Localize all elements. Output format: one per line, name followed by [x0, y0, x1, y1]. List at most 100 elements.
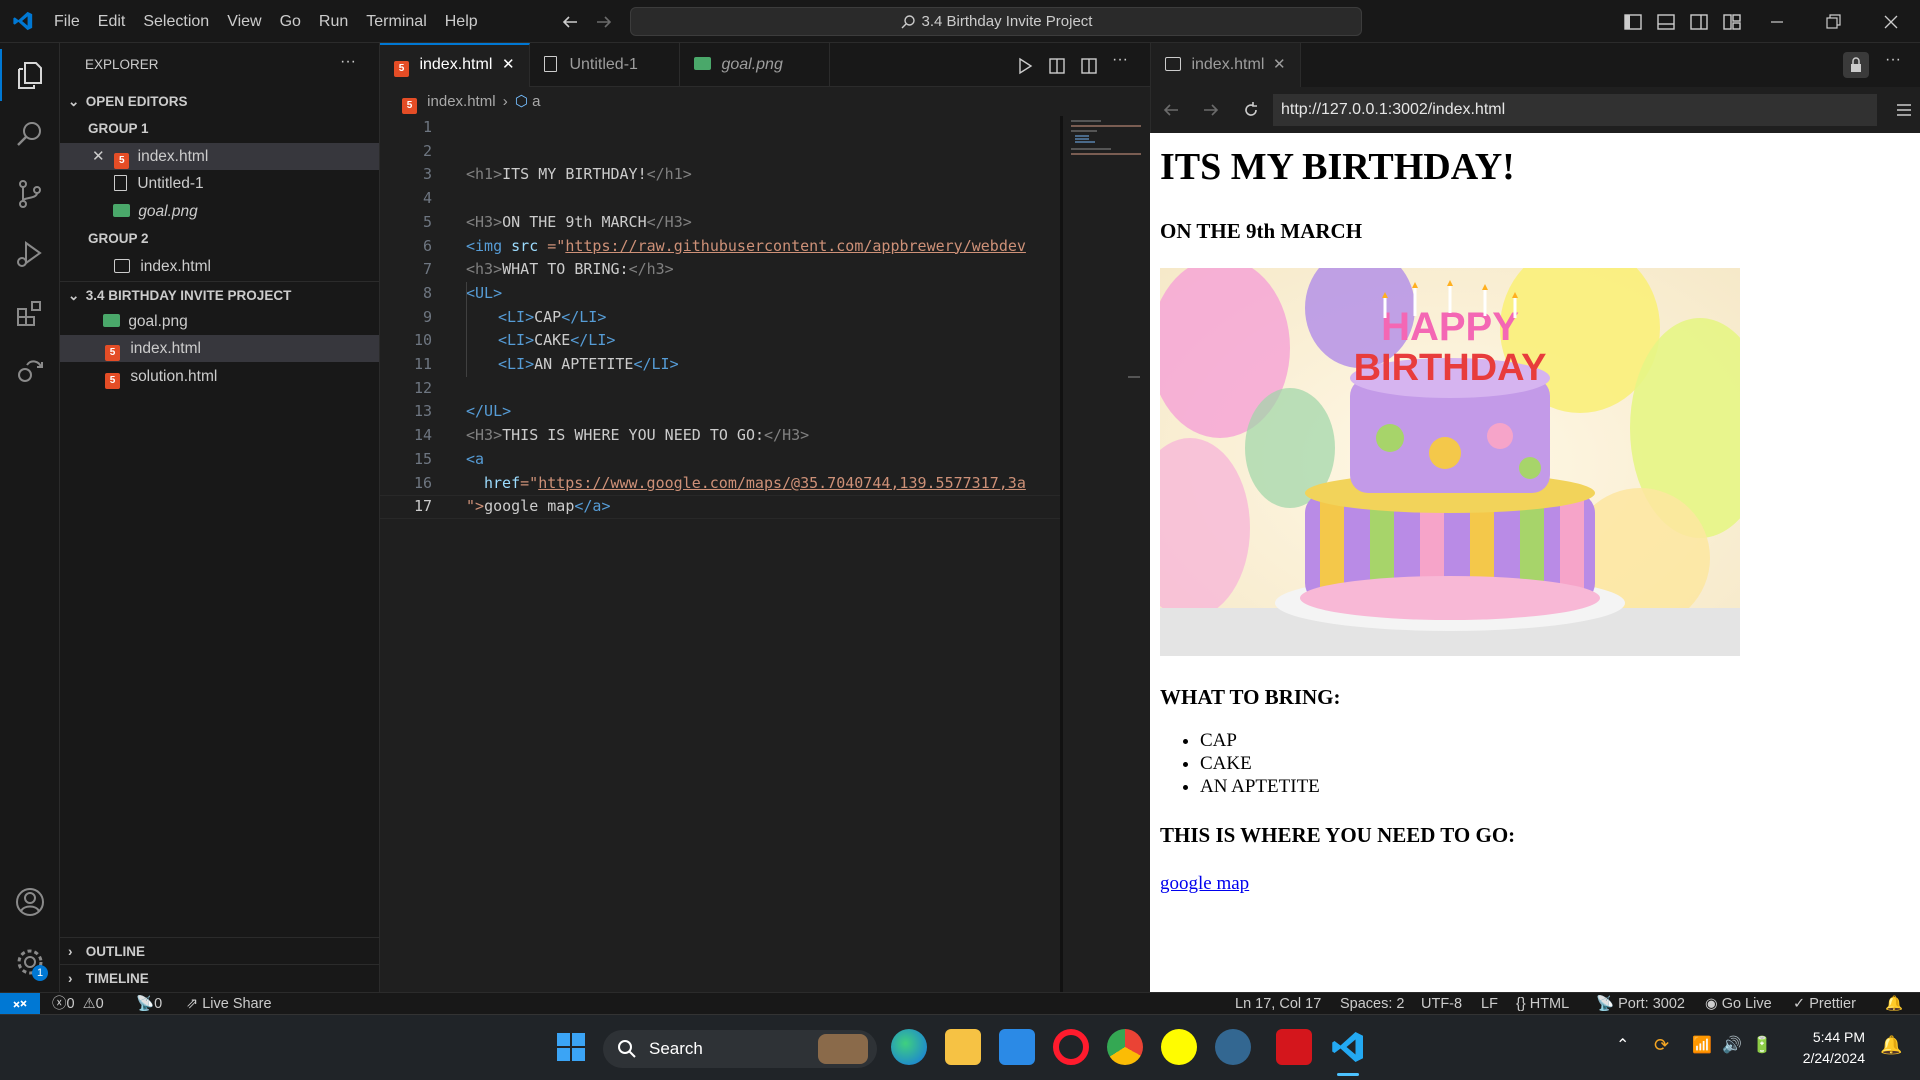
hamburger-menu-icon[interactable]: [1895, 102, 1913, 118]
open-editor-goal-png[interactable]: goal.png: [60, 198, 379, 225]
sync-icon[interactable]: ⟳: [1654, 1035, 1669, 1056]
server-port[interactable]: 📡 Port: 3002: [1596, 993, 1685, 1015]
back-arrow-icon[interactable]: [560, 12, 580, 32]
menu-selection[interactable]: Selection: [134, 0, 218, 43]
remote-indicator[interactable]: [0, 993, 40, 1015]
volume-icon[interactable]: 🔊: [1722, 1035, 1742, 1055]
open-editor-untitled[interactable]: Untitled-1: [60, 170, 379, 197]
live-share-status[interactable]: ⇗ Live Share: [186, 993, 272, 1015]
close-window-icon[interactable]: [1880, 11, 1902, 33]
remote-icon: [13, 1000, 27, 1008]
tab-goal-png[interactable]: goal.png: [680, 43, 830, 87]
open-editors-header[interactable]: ⌄ OPEN EDITORS: [60, 88, 379, 115]
more-actions-icon[interactable]: ···: [340, 53, 356, 71]
file-index-html[interactable]: 5 index.html: [60, 335, 379, 362]
url-input[interactable]: http://127.0.0.1:3002/index.html: [1273, 94, 1877, 126]
date-heading: ON THE 9th MARCH: [1160, 219, 1363, 243]
close-tab-icon[interactable]: ✕: [502, 45, 515, 85]
reload-icon[interactable]: [1241, 100, 1261, 120]
menu-terminal[interactable]: Terminal: [357, 0, 435, 43]
problems-indicator[interactable]: ⓧ0 ⚠0: [52, 993, 104, 1015]
toggle-sidebar-icon[interactable]: [1622, 11, 1644, 33]
acrobat-icon[interactable]: [1276, 1029, 1312, 1065]
battery-icon[interactable]: 🔋: [1752, 1035, 1772, 1055]
minimap[interactable]: [1060, 116, 1150, 992]
run-icon[interactable]: [1016, 57, 1034, 75]
open-editor-index-html[interactable]: ✕ 5 index.html: [60, 143, 379, 170]
vscode-taskbar-icon[interactable]: [1330, 1029, 1366, 1065]
menu-file[interactable]: File: [45, 0, 89, 43]
source-control-icon[interactable]: [13, 177, 47, 211]
minimize-icon[interactable]: [1766, 11, 1788, 33]
vscode-logo-icon[interactable]: [12, 10, 34, 32]
menu-go[interactable]: Go: [271, 0, 310, 43]
go-live-button[interactable]: ◉ Go Live: [1705, 993, 1772, 1015]
live-share-icon[interactable]: [13, 355, 47, 389]
customize-layout-icon[interactable]: [1721, 11, 1743, 33]
preview-back-icon[interactable]: [1161, 100, 1181, 120]
clock-date[interactable]: 2/24/2024: [1795, 1050, 1865, 1066]
prettier-status[interactable]: ✓ Prettier: [1793, 993, 1856, 1015]
explorer-icon[interactable]: [13, 58, 47, 92]
preview-forward-icon[interactable]: [1201, 100, 1221, 120]
tab-untitled[interactable]: Untitled-1: [530, 43, 680, 87]
open-editor-index-preview[interactable]: index.html: [60, 253, 379, 280]
restore-icon[interactable]: [1822, 11, 1844, 33]
menu-run[interactable]: Run: [310, 0, 357, 43]
file-solution-html[interactable]: 5 solution.html: [60, 363, 379, 390]
postgresql-icon[interactable]: [1215, 1029, 1251, 1065]
ports-indicator[interactable]: 📡0: [136, 993, 162, 1015]
more-actions-icon[interactable]: ···: [1112, 51, 1128, 69]
extensions-icon[interactable]: [13, 296, 47, 330]
forward-arrow-icon[interactable]: [594, 12, 614, 32]
taskbar-search[interactable]: Search: [603, 1030, 877, 1068]
end-of-line[interactable]: LF: [1481, 993, 1498, 1015]
close-tab-icon[interactable]: ✕: [1273, 43, 1286, 87]
file-goal-png[interactable]: goal.png: [60, 308, 379, 335]
tab-preview-index[interactable]: index.html ✕: [1151, 43, 1301, 87]
code-editor[interactable]: 1 2 3 4 5 6 7 8 9 10 11 12 13 14 15 16 1…: [380, 116, 1060, 992]
lock-icon[interactable]: [1843, 52, 1869, 78]
more-actions-icon[interactable]: ···: [1885, 51, 1901, 69]
notification-bell-icon[interactable]: 🔔: [1880, 1035, 1902, 1056]
split-editor-icon[interactable]: [1080, 57, 1098, 75]
toggle-secondary-sidebar-icon[interactable]: [1688, 11, 1710, 33]
chrome-icon[interactable]: [1107, 1029, 1143, 1065]
opera-icon[interactable]: [1053, 1029, 1089, 1065]
language-mode[interactable]: {} HTML: [1516, 993, 1569, 1015]
mail-icon[interactable]: [999, 1029, 1035, 1065]
search-view-icon[interactable]: [13, 117, 47, 151]
file-explorer-icon[interactable]: [945, 1029, 981, 1065]
cake-text-birthday: BIRTHDAY: [1354, 347, 1547, 389]
indentation[interactable]: Spaces: 2: [1340, 993, 1405, 1015]
tray-chevron-up-icon[interactable]: ⌃: [1616, 1035, 1629, 1055]
snapchat-icon[interactable]: [1161, 1029, 1197, 1065]
menu-edit[interactable]: Edit: [89, 0, 135, 43]
html5-icon: 5: [105, 345, 120, 361]
timeline-header[interactable]: › TIMELINE: [60, 964, 379, 991]
breadcrumb-symbol[interactable]: a: [532, 93, 540, 110]
line-number: 9: [422, 307, 432, 326]
encoding[interactable]: UTF-8: [1421, 993, 1462, 1015]
command-center[interactable]: 3.4 Birthday Invite Project: [630, 7, 1362, 36]
google-map-link[interactable]: google map: [1160, 873, 1249, 895]
notifications-bell-icon[interactable]: 🔔: [1885, 993, 1903, 1015]
edge-browser-icon[interactable]: [891, 1029, 927, 1065]
open-preview-icon[interactable]: [1048, 57, 1066, 75]
minimap-line: [1071, 125, 1141, 127]
run-debug-icon[interactable]: [13, 237, 47, 271]
project-header[interactable]: ⌄ 3.4 BIRTHDAY INVITE PROJECT: [60, 281, 379, 308]
windows-start-icon[interactable]: [553, 1029, 589, 1065]
wifi-icon[interactable]: 📶: [1692, 1035, 1712, 1055]
close-icon[interactable]: ✕: [92, 143, 110, 170]
menu-view[interactable]: View: [218, 0, 270, 43]
menu-help[interactable]: Help: [436, 0, 487, 43]
cursor-position[interactable]: Ln 17, Col 17: [1235, 993, 1321, 1015]
clock-time[interactable]: 5:44 PM: [1795, 1029, 1865, 1045]
line-number: 10: [413, 331, 432, 350]
toggle-panel-icon[interactable]: [1655, 11, 1677, 33]
breadcrumb-file[interactable]: index.html: [427, 93, 495, 110]
outline-header[interactable]: › OUTLINE: [60, 937, 379, 964]
accounts-icon[interactable]: [13, 885, 47, 919]
tab-index-html[interactable]: 5 index.html ✕: [380, 43, 530, 87]
